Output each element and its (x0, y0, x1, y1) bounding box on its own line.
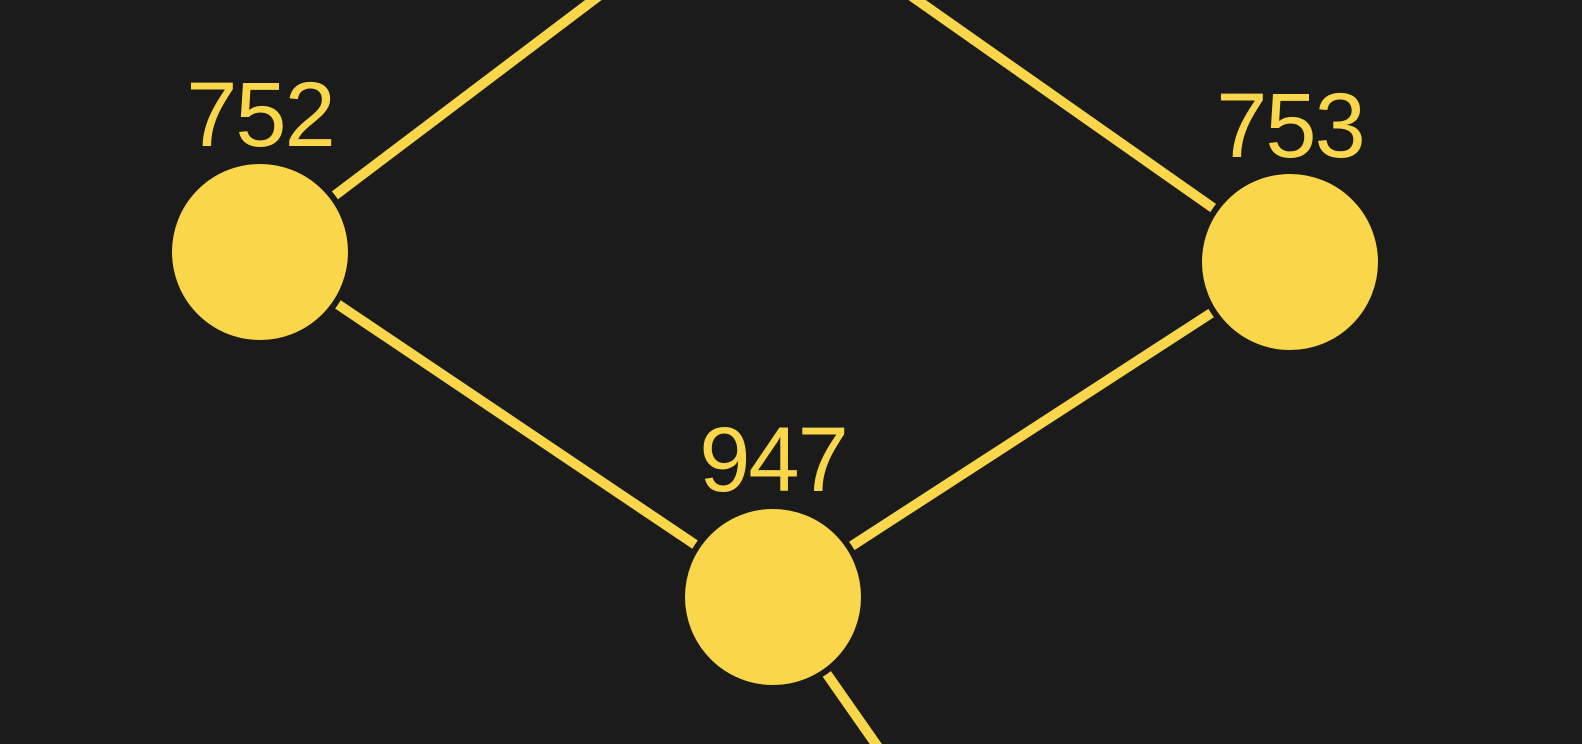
node-752[interactable] (166, 158, 354, 346)
node-label-752: 752 (186, 64, 334, 166)
node-947[interactable] (679, 503, 867, 691)
node-label-947: 947 (699, 409, 847, 511)
graph-diagram: 752 753 947 (166, 0, 1384, 744)
graph-canvas: 752 753 947 (0, 0, 1582, 744)
node-label-753: 753 (1216, 75, 1364, 177)
node-753[interactable] (1196, 168, 1384, 356)
